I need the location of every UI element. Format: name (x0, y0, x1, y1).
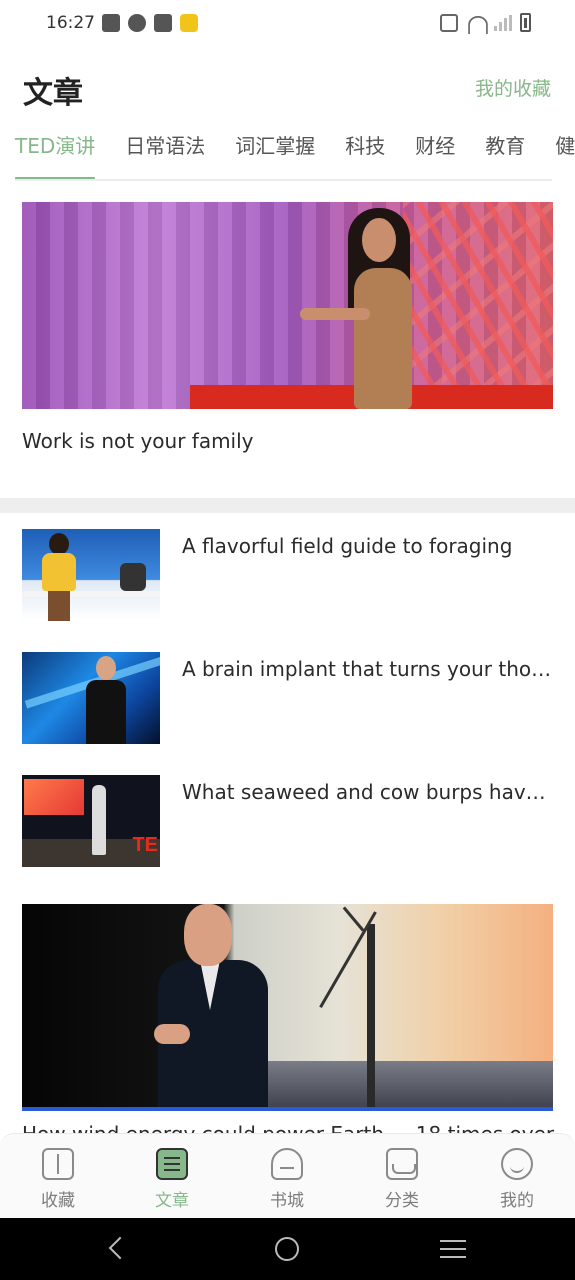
nav-label: 我的 (500, 1191, 534, 1211)
list-item[interactable]: A brain implant that turns your thoughts… (22, 652, 553, 775)
nav-profile[interactable]: 我的 (477, 1148, 557, 1211)
tab-health[interactable]: 健 (555, 130, 575, 180)
status-bar: 16:27 (0, 0, 575, 48)
tabs-divider (15, 179, 552, 181)
yellow-app-notification-icon (180, 14, 198, 32)
vibrate-icon (440, 13, 458, 32)
article-title[interactable]: A brain implant that turns your thoughts… (182, 657, 553, 681)
nav-label: 分类 (385, 1191, 419, 1211)
battery-icon (520, 13, 531, 32)
category-icon (386, 1148, 418, 1180)
tab-education[interactable]: 教育 (485, 130, 525, 180)
tab-technology[interactable]: 科技 (345, 130, 385, 180)
tab-daily-grammar[interactable]: 日常语法 (125, 130, 205, 180)
nav-label: 文章 (155, 1191, 189, 1211)
feature-article-title[interactable]: Work is not your family (22, 429, 553, 453)
feature-article-image[interactable] (22, 202, 553, 409)
tab-ted[interactable]: TED演讲 (15, 130, 96, 180)
book-icon (42, 1148, 74, 1180)
article-list: A flavorful field guide to foraging A br… (22, 529, 553, 898)
article-title[interactable]: A flavorful field guide to foraging (182, 534, 553, 558)
page-header: 文章 我的收藏 (0, 60, 575, 112)
ted-logo: TE (132, 834, 158, 856)
sea-horizon (234, 1061, 553, 1111)
article-thumbnail[interactable] (22, 652, 160, 744)
nav-articles[interactable]: 文章 (132, 1148, 212, 1211)
menu-icon[interactable] (440, 1240, 466, 1242)
tab-finance[interactable]: 财经 (415, 130, 455, 180)
check-notification-icon (128, 14, 146, 32)
nav-label: 收藏 (41, 1191, 75, 1211)
wifi-icon (466, 15, 486, 31)
article-title[interactable]: What seaweed and cow burps have to do wi… (182, 780, 553, 804)
speaker-figure (300, 208, 430, 409)
article-thumbnail[interactable]: TE (22, 775, 160, 867)
bottom-navigation: 收藏 文章 书城 分类 我的 (0, 1133, 575, 1218)
list-item[interactable]: A flavorful field guide to foraging (22, 529, 553, 652)
system-status-icons (440, 13, 531, 32)
tabs-row: TED演讲 日常语法 词汇掌握 科技 财经 教育 健 (15, 130, 575, 180)
category-tabs: TED演讲 日常语法 词汇掌握 科技 财经 教育 健 (0, 118, 575, 180)
my-favorites-link[interactable]: 我的收藏 (475, 74, 551, 101)
mail-notification-icon (102, 14, 120, 32)
nav-favorites[interactable]: 收藏 (18, 1148, 98, 1211)
signal-icon (494, 14, 512, 31)
notification-icons (102, 14, 198, 32)
back-icon[interactable] (108, 1236, 132, 1260)
nav-label: 书城 (270, 1191, 304, 1211)
feature-article-image-2[interactable] (22, 904, 553, 1111)
section-divider (0, 498, 575, 513)
bookstore-icon (271, 1148, 303, 1180)
tab-vocabulary[interactable]: 词汇掌握 (235, 130, 315, 180)
home-icon[interactable] (275, 1237, 299, 1261)
system-navigation-bar (0, 1218, 575, 1280)
nav-bookstore[interactable]: 书城 (247, 1148, 327, 1211)
wind-turbine (367, 924, 375, 1111)
speaker-figure (150, 904, 274, 1111)
nav-category[interactable]: 分类 (362, 1148, 442, 1211)
profile-icon (501, 1148, 533, 1180)
page-title: 文章 (23, 76, 83, 111)
feature-article-card[interactable]: Work is not your family (22, 202, 553, 453)
status-time: 16:27 (46, 13, 95, 33)
app-notification-icon (154, 14, 172, 32)
article-icon (156, 1148, 188, 1180)
article-thumbnail[interactable] (22, 529, 160, 621)
list-item[interactable]: TE What seaweed and cow burps have to do… (22, 775, 553, 898)
